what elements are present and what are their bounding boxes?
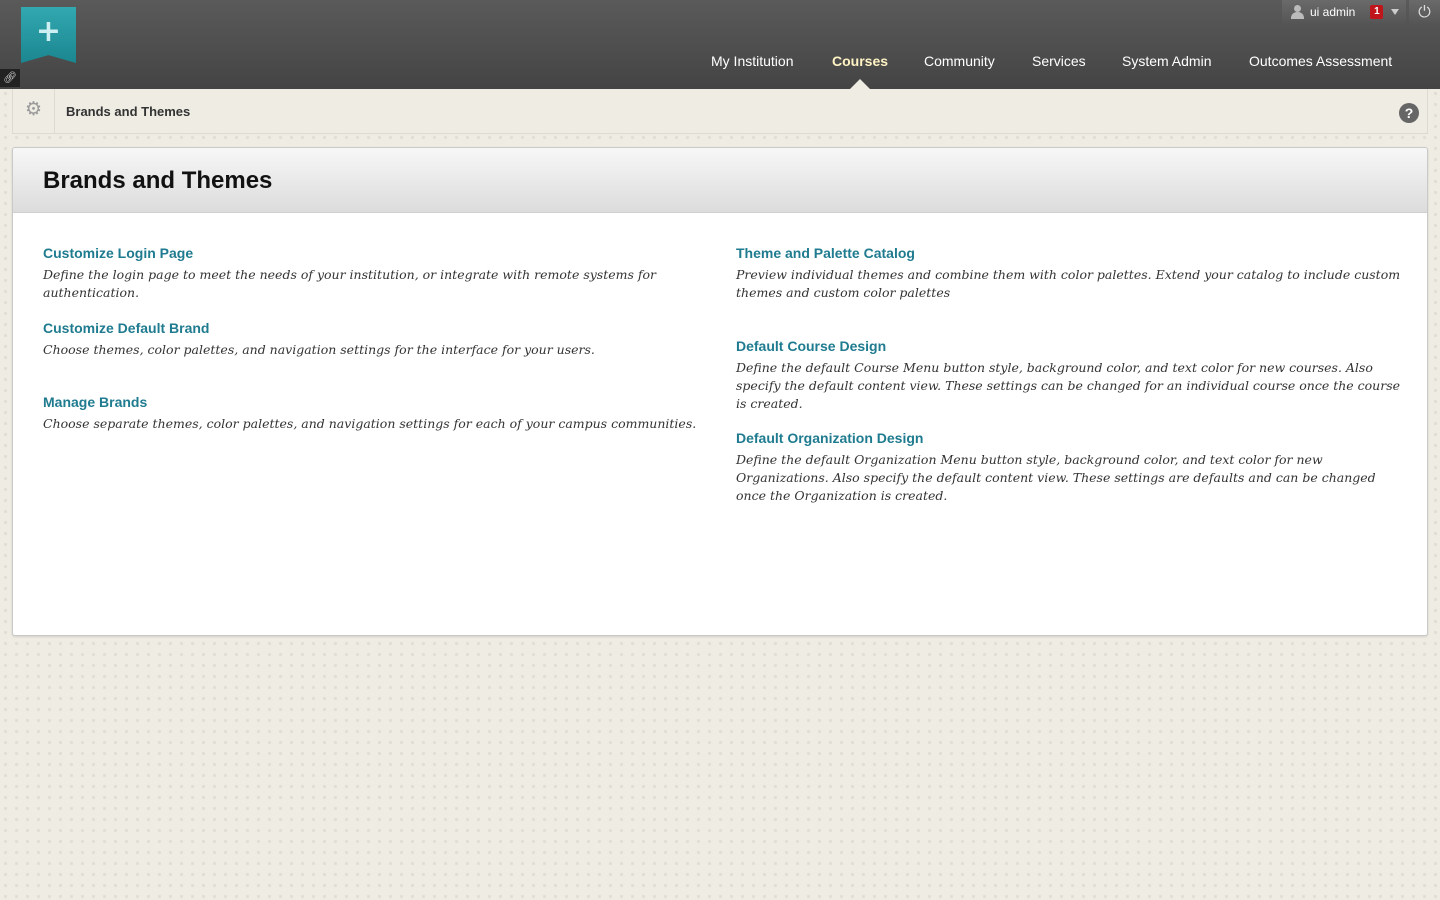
tab-system-admin[interactable]: System Admin: [1122, 53, 1211, 71]
top-header: + 🔗︎ ui admin 1 ⏻ My Institution Courses…: [0, 0, 1440, 89]
add-logo-icon[interactable]: +: [21, 7, 76, 63]
tab-services[interactable]: Services: [1032, 53, 1086, 71]
item-description: Choose themes, color palettes, and navig…: [43, 342, 595, 357]
item-description: Choose separate themes, color palettes, …: [43, 416, 697, 431]
item-description: Define the default Organization Menu but…: [736, 452, 1376, 503]
tab-courses[interactable]: Courses: [832, 53, 888, 71]
tab-community[interactable]: Community: [924, 53, 995, 71]
customize-login-page-link[interactable]: Customize Login Page: [43, 244, 713, 262]
list-item: Customize Login Page Define the login pa…: [43, 244, 713, 302]
user-name: ui admin: [1310, 5, 1356, 19]
active-tab-pointer: [850, 79, 870, 89]
customize-default-brand-link[interactable]: Customize Default Brand: [43, 319, 713, 337]
item-description: Define the default Course Menu button st…: [736, 360, 1401, 411]
user-menu[interactable]: ui admin 1: [1282, 0, 1406, 24]
page-title: Brands and Themes: [43, 167, 273, 194]
breadcrumb: ⚙ Brands and Themes ?: [12, 89, 1428, 134]
list-item: Customize Default Brand Choose themes, c…: [43, 319, 713, 359]
tab-my-institution[interactable]: My Institution: [711, 53, 793, 71]
item-description: Define the login page to meet the needs …: [43, 267, 656, 300]
panel-header: Brands and Themes: [13, 148, 1427, 213]
default-organization-design-link[interactable]: Default Organization Design: [736, 429, 1406, 447]
gear-icon[interactable]: ⚙: [13, 89, 55, 133]
content-panel: Brands and Themes Customize Login Page D…: [12, 147, 1428, 636]
item-description: Preview individual themes and combine th…: [736, 267, 1401, 300]
logout-power-icon[interactable]: ⏻: [1409, 0, 1440, 24]
list-item: Default Organization Design Define the d…: [736, 429, 1406, 505]
user-icon: [1290, 5, 1304, 19]
list-item: Default Course Design Define the default…: [736, 337, 1406, 413]
tab-outcomes-assessment[interactable]: Outcomes Assessment: [1249, 53, 1392, 71]
chevron-down-icon[interactable]: [1391, 9, 1400, 15]
link-icon[interactable]: 🔗︎: [0, 69, 20, 87]
list-item: Manage Brands Choose separate themes, co…: [43, 393, 713, 433]
breadcrumb-current: Brands and Themes: [66, 104, 191, 119]
notification-badge[interactable]: 1: [1370, 5, 1384, 19]
list-item: Theme and Palette Catalog Preview indivi…: [736, 244, 1406, 302]
default-course-design-link[interactable]: Default Course Design: [736, 337, 1406, 355]
manage-brands-link[interactable]: Manage Brands: [43, 393, 713, 411]
theme-palette-catalog-link[interactable]: Theme and Palette Catalog: [736, 244, 1406, 262]
help-icon[interactable]: ?: [1399, 103, 1419, 123]
